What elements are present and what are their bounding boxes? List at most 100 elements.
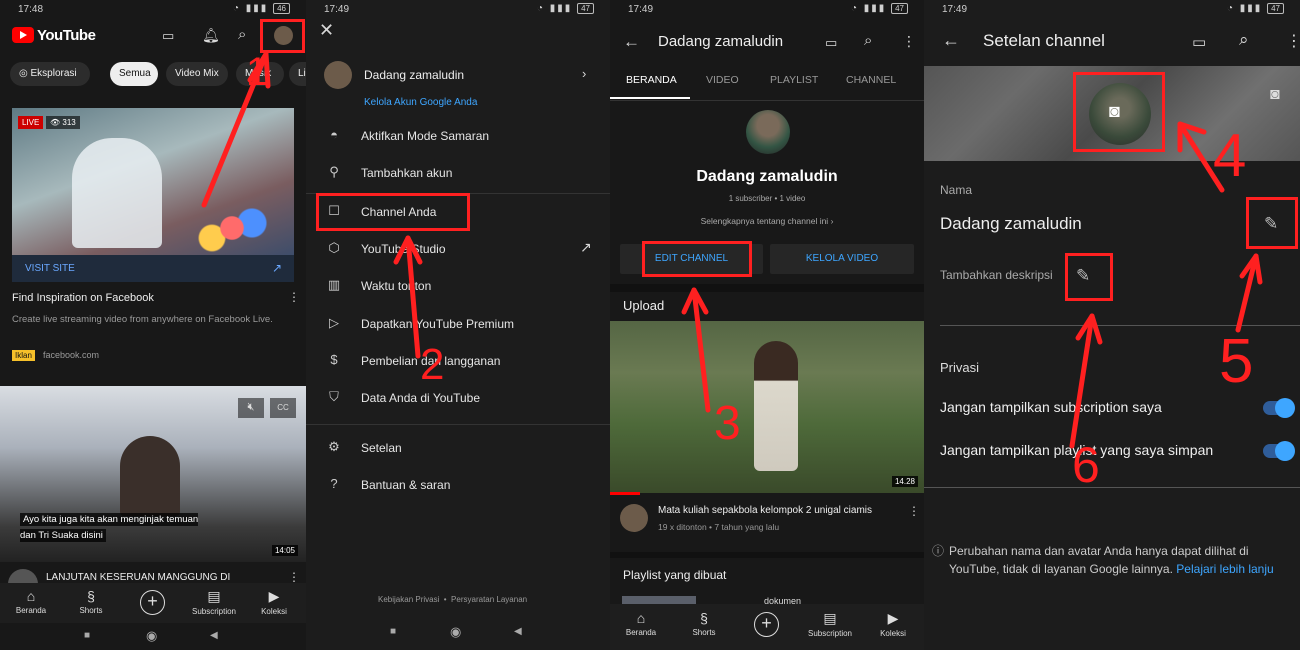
cast-icon[interactable]: ▭ — [825, 35, 837, 51]
system-home-icon[interactable]: ◉ — [450, 624, 461, 640]
nav-shorts[interactable]: § Shorts — [685, 610, 723, 637]
more-about-channel-link[interactable]: Selengkapnya tentang channel ini › — [610, 216, 924, 226]
shorts-icon: § — [700, 610, 708, 626]
system-home-icon[interactable]: ◉ — [146, 628, 157, 644]
close-icon[interactable]: ✕ — [319, 20, 334, 41]
highlight-edit-channel — [642, 241, 752, 277]
divider — [610, 100, 924, 101]
create-plus-icon[interactable]: + — [140, 590, 165, 615]
chevron-right-icon[interactable]: › — [582, 66, 586, 81]
visit-site-link[interactable]: VISIT SITE — [25, 263, 75, 274]
system-back-icon[interactable]: ◀ — [514, 626, 522, 637]
video-thumbnail[interactable]: 14.28 — [610, 321, 924, 493]
manage-videos-button[interactable]: KELOLA VIDEO — [770, 244, 914, 274]
nav-subscriptions[interactable]: ▤ Subscription — [190, 588, 238, 616]
channel-name: Dadang zamaludin — [940, 214, 1082, 233]
nav-subscriptions[interactable]: ▤ Subscription — [805, 610, 855, 638]
status-icons: ◔ ▮▮▮ 46 — [233, 3, 290, 14]
add-person-icon: ⚲ — [329, 164, 339, 179]
watch-progress — [610, 492, 640, 495]
user-avatar — [324, 61, 352, 89]
status-icons: ◔ ▮▮▮ 47 — [1227, 3, 1284, 14]
tab-home[interactable]: BERANDA — [626, 74, 677, 86]
edit-description-pencil-icon[interactable]: ✎ — [1076, 266, 1090, 286]
channel-avatar — [746, 110, 790, 154]
step-6-label: 6 — [1072, 437, 1100, 493]
user-name[interactable]: Dadang zamaludin — [364, 68, 464, 82]
hide-subscriptions-toggle[interactable] — [1263, 398, 1295, 418]
nav-shorts[interactable]: § Shorts — [72, 588, 110, 615]
section-gap — [610, 552, 924, 558]
tab-channel[interactable]: CHANNEL — [846, 74, 896, 86]
chip-video-mix[interactable]: Video Mix — [166, 62, 228, 86]
visit-site-bar[interactable]: VISIT SITE ↗ — [12, 255, 294, 282]
back-arrow-icon[interactable]: ← — [942, 30, 960, 51]
live-badge: LIVE — [18, 116, 44, 129]
gear-icon: ⚙ — [328, 439, 340, 454]
name-label: Nama — [940, 183, 973, 197]
more-vert-icon[interactable]: ⋮ — [902, 33, 916, 50]
learn-more-link[interactable]: Pelajari lebih lanju — [1176, 562, 1273, 576]
status-icons: ◔ ▮▮▮ 47 — [537, 3, 594, 14]
external-link-icon: ↗ — [271, 261, 282, 275]
channel-name: Dadang zamaludin — [696, 168, 838, 185]
more-vert-icon[interactable]: ⋮ — [1286, 31, 1300, 51]
tab-playlist[interactable]: PLAYLIST — [770, 74, 818, 86]
account-avatar[interactable] — [274, 26, 293, 45]
search-icon[interactable]: ⌕ — [238, 26, 246, 43]
system-back-icon[interactable]: ◀ — [210, 630, 218, 641]
system-recents-icon[interactable]: ■ — [84, 630, 90, 641]
nav-library[interactable]: ▶ Koleksi — [874, 610, 912, 638]
chip-more[interactable]: Li — [289, 62, 306, 86]
manage-google-account-link[interactable]: Kelola Akun Google Anda — [364, 97, 477, 108]
tab-video[interactable]: VIDEO — [706, 74, 739, 86]
nav-library[interactable]: ▶ Koleksi — [255, 588, 293, 616]
search-icon[interactable]: ⌕ — [864, 32, 872, 49]
create-plus-icon[interactable]: + — [754, 612, 779, 637]
status-icons: ◔ ▮▮▮ 47 — [851, 3, 908, 14]
nav-home[interactable]: ⌂ Beranda — [622, 610, 660, 637]
nav-home[interactable]: ⌂ Beranda — [12, 588, 50, 615]
page-title: Dadang zamaludin — [658, 33, 784, 50]
compass-icon: ◎ — [19, 68, 31, 79]
more-vert-icon[interactable]: ⋮ — [908, 504, 920, 518]
channel-avatar-small — [620, 504, 648, 532]
more-vert-icon[interactable]: ⋮ — [288, 290, 300, 304]
status-bar: 17:49 ◔ ▮▮▮ 47 — [306, 0, 610, 18]
video-duration: 14.28 — [891, 476, 918, 487]
captions-icon[interactable]: CC — [270, 398, 296, 418]
cast-icon[interactable]: ▭ — [1192, 33, 1206, 51]
upload-section-title: Upload — [623, 298, 665, 313]
status-bar: 17:49 ◔ ▮▮▮ 47 — [610, 0, 924, 18]
home-icon: ⌂ — [26, 588, 36, 604]
account-menu: 17:49 ◔ ▮▮▮ 47 ✕ Dadang zamaludin › Kelo… — [306, 0, 610, 650]
video-thumbnail[interactable]: 🔇︎ CC Ayo kita juga kita akan menginjak … — [0, 386, 306, 562]
search-icon[interactable]: ⌕ — [1239, 30, 1249, 50]
home-screen: 17:48 ◔ ▮▮▮ 46 YouTube ▭ 🔔︎ ⌕ ◎ Eksplora… — [0, 0, 306, 650]
video-title[interactable]: Mata kuliah sepakbola kelompok 2 unigal … — [658, 505, 872, 516]
system-recents-icon[interactable]: ■ — [390, 626, 396, 637]
edit-name-pencil-icon[interactable]: ✎ — [1264, 214, 1278, 234]
bell-icon[interactable]: 🔔︎ — [202, 27, 220, 44]
shorts-icon: § — [87, 588, 95, 604]
section-gap — [610, 284, 924, 292]
external-link-icon: ↗ — [580, 239, 592, 255]
chip-all[interactable]: Semua — [110, 62, 158, 86]
ad-thumbnail[interactable]: LIVE 👁 313 — [12, 108, 294, 255]
channel-settings: 17:49 ◔ ▮▮▮ 47 ← Setelan channel ▭ ⌕ ⋮ ◙… — [924, 0, 1300, 650]
banner-camera-icon[interactable]: ◙ — [1270, 86, 1280, 104]
chip-explore[interactable]: ◎ Eksplorasi — [10, 62, 90, 86]
play-icon: ▷ — [329, 315, 339, 330]
divider — [306, 424, 610, 425]
more-vert-icon[interactable]: ⋮ — [288, 570, 300, 584]
hide-saved-playlists-toggle[interactable] — [1263, 441, 1295, 461]
cast-icon[interactable]: ▭ — [162, 28, 174, 44]
ad-title[interactable]: Find Inspiration on Facebook — [12, 292, 154, 304]
mute-icon[interactable]: 🔇︎ — [238, 398, 264, 418]
back-arrow-icon[interactable]: ← — [623, 32, 640, 52]
person-shape — [72, 138, 162, 248]
divider — [924, 487, 1300, 488]
video-title[interactable]: LANJUTAN KESERUAN MANGGUNG DI — [46, 572, 230, 583]
footer-links[interactable]: Kebijakan Privasi • Persyaratan Layanan — [378, 595, 527, 604]
highlight-avatar — [1073, 72, 1165, 152]
